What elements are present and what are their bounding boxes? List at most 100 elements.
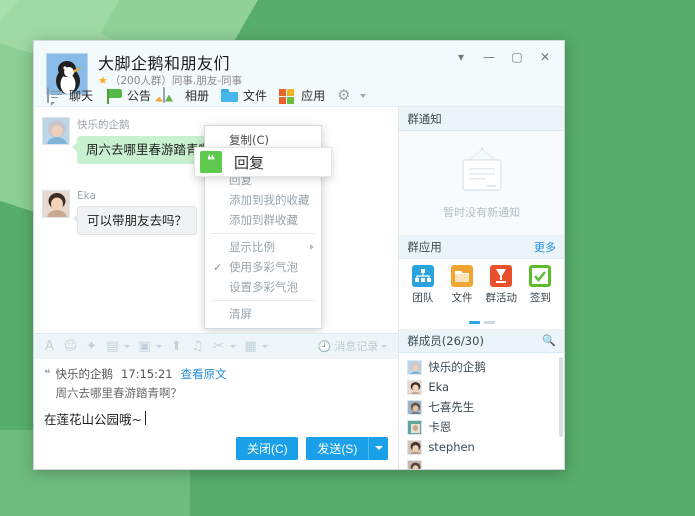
- side-panel: 群通知 暂时没有新通知 群应用 更多 团队 文件 群活动 签到 群成员(26/3…: [399, 107, 564, 469]
- dropdown-icon[interactable]: ▾: [448, 47, 474, 67]
- apps-pagination: [399, 321, 564, 324]
- tab-announcement[interactable]: 公告: [102, 85, 157, 106]
- pagination-dot-active[interactable]: [468, 321, 480, 324]
- menu-separator: [211, 233, 315, 234]
- menu-item-add-to-my-favorites[interactable]: 添加到我的收藏: [205, 190, 321, 210]
- menu-item-add-to-group-favorites[interactable]: 添加到群收藏: [205, 210, 321, 230]
- app-activity[interactable]: 群活动: [484, 265, 518, 305]
- view-original-link[interactable]: 查看原文: [181, 367, 227, 382]
- chevron-down-icon: [374, 446, 383, 450]
- card-icon[interactable]: ▦: [241, 337, 260, 356]
- tab-files[interactable]: 文件: [218, 85, 273, 106]
- tab-announcement-label: 公告: [127, 89, 152, 103]
- image-icon[interactable]: ▣: [135, 337, 154, 356]
- avatar: [407, 419, 423, 435]
- message-input[interactable]: 在莲花山公园哦~: [44, 409, 388, 428]
- menu-item-display-scale-label: 显示比例: [229, 240, 275, 254]
- list-item[interactable]: Eka: [399, 377, 564, 397]
- chevron-down-icon[interactable]: [262, 344, 268, 348]
- screenshot-icon[interactable]: ▤: [103, 337, 122, 356]
- menu-item-add-to-my-favorites-label: 添加到我的收藏: [229, 193, 310, 207]
- message-bubble[interactable]: 可以带朋友去吗？: [72, 205, 198, 236]
- members-section-header: 群成员(26/30) 🔍: [399, 329, 564, 353]
- menu-item-set-colorful-bubbles[interactable]: 设置多彩气泡: [205, 277, 321, 297]
- menu-item-add-to-group-favorites-label: 添加到群收藏: [229, 213, 298, 227]
- quoted-message: ❝ 快乐的企鹅 17:15:21 查看原文 周六去哪里春游踏青啊？: [44, 367, 388, 401]
- list-item[interactable]: 卡恩: [399, 417, 564, 437]
- tab-album-label: 相册: [185, 89, 210, 103]
- app-files[interactable]: 文件: [445, 265, 479, 305]
- avatar: [407, 359, 423, 375]
- list-item[interactable]: 七喜先生: [399, 397, 564, 417]
- apps-section-title: 群应用: [407, 239, 442, 254]
- music-icon[interactable]: ♫: [188, 337, 207, 356]
- apps-more-link[interactable]: 更多: [534, 239, 556, 255]
- chevron-down-icon[interactable]: [124, 344, 130, 348]
- message-list[interactable]: 快乐的企鹅 周六去哪里春游踏青啊？ Eka 可以带朋友去吗？ 复制(C) 回复 …: [34, 107, 399, 333]
- chevron-down-icon: [381, 344, 388, 348]
- notice-empty-state: 暂时没有新通知: [399, 131, 564, 235]
- window-controls: ▾ — ▢ ✕: [448, 47, 558, 67]
- reply-tooltip[interactable]: ❝ 回复: [194, 147, 332, 177]
- tab-files-label: 文件: [243, 89, 268, 103]
- menu-item-use-colorful-bubbles[interactable]: ✓ 使用多彩气泡: [205, 257, 321, 277]
- search-icon[interactable]: 🔍: [542, 334, 556, 347]
- app-activity-label: 群活动: [485, 292, 517, 304]
- compose-area[interactable]: ❝ 快乐的企鹅 17:15:21 查看原文 周六去哪里春游踏青啊？ 在莲花山公园…: [34, 358, 399, 433]
- avatar: [407, 439, 423, 455]
- menu-item-clear-screen-label: 清屏: [229, 307, 252, 321]
- magic-icon[interactable]: ✦: [82, 337, 101, 356]
- scissors-icon[interactable]: ✂: [209, 337, 228, 356]
- menu-item-use-colorful-bubbles-label: 使用多彩气泡: [229, 260, 298, 274]
- close-chat-button[interactable]: 关闭(C): [236, 436, 299, 460]
- chevron-down-icon[interactable]: [156, 344, 162, 348]
- message-history-button[interactable]: 🕘 消息记录: [318, 338, 391, 354]
- app-checkin[interactable]: 签到: [523, 265, 557, 305]
- tab-album[interactable]: 相册: [160, 85, 215, 106]
- send-button[interactable]: 发送(S): [306, 436, 369, 460]
- member-list[interactable]: 快乐的企鹅 Eka 七喜先生 卡恩 stephen: [399, 353, 564, 469]
- tab-apps[interactable]: 应用: [276, 85, 331, 106]
- menu-item-set-colorful-bubbles-label: 设置多彩气泡: [229, 280, 298, 294]
- emoji-icon[interactable]: ☺: [61, 337, 80, 356]
- reply-tooltip-label: 回复: [234, 153, 265, 172]
- window-body: 快乐的企鹅 周六去哪里春游踏青啊？ Eka 可以带朋友去吗？ 复制(C) 回复 …: [34, 107, 564, 469]
- page-title: 大脚企鹅和朋友们: [98, 54, 231, 73]
- send-options-button[interactable]: [368, 436, 389, 460]
- menu-item-copy-label: 复制(C): [229, 133, 270, 147]
- minimize-button[interactable]: —: [476, 47, 502, 67]
- message-history-label: 消息记录: [334, 340, 379, 354]
- menu-item-clear-screen[interactable]: 清屏: [205, 304, 321, 324]
- member-name: stephen: [428, 440, 475, 454]
- members-section-title: 群成员(26/30): [407, 333, 484, 348]
- app-team[interactable]: 团队: [406, 265, 440, 305]
- album-icon: [163, 86, 181, 104]
- checkin-icon: [529, 265, 552, 287]
- list-item-partial[interactable]: [399, 457, 564, 469]
- app-checkin-label: 签到: [529, 292, 551, 304]
- pagination-dot[interactable]: [483, 321, 495, 324]
- close-button[interactable]: ✕: [532, 47, 558, 67]
- avatar[interactable]: [42, 189, 70, 218]
- list-item[interactable]: 快乐的企鹅: [399, 357, 564, 377]
- settings-button[interactable]: ⚙: [334, 86, 372, 106]
- folder-icon: [221, 88, 239, 104]
- avatar: [407, 379, 423, 395]
- apps-grid: 团队 文件 群活动 签到: [399, 259, 564, 329]
- avatar[interactable]: [42, 117, 70, 145]
- chevron-down-icon[interactable]: [230, 344, 236, 348]
- menu-item-display-scale[interactable]: 显示比例: [205, 237, 321, 257]
- font-icon[interactable]: A: [40, 337, 59, 356]
- member-name: 七喜先生: [428, 400, 475, 414]
- member-list-scrollbar[interactable]: [559, 357, 563, 437]
- avatar: [407, 459, 423, 469]
- quote-icon: ❝: [200, 151, 222, 173]
- list-item[interactable]: stephen: [399, 437, 564, 457]
- menu-separator: [211, 300, 315, 301]
- tab-chat[interactable]: 聊天: [44, 85, 99, 106]
- quote-icon: ❝: [44, 366, 51, 380]
- send-bar: 关闭(C) 发送(S): [34, 433, 399, 469]
- maximize-button[interactable]: ▢: [504, 47, 530, 67]
- notice-section-header: 群通知: [399, 107, 564, 131]
- upload-icon[interactable]: ⬆: [167, 337, 186, 356]
